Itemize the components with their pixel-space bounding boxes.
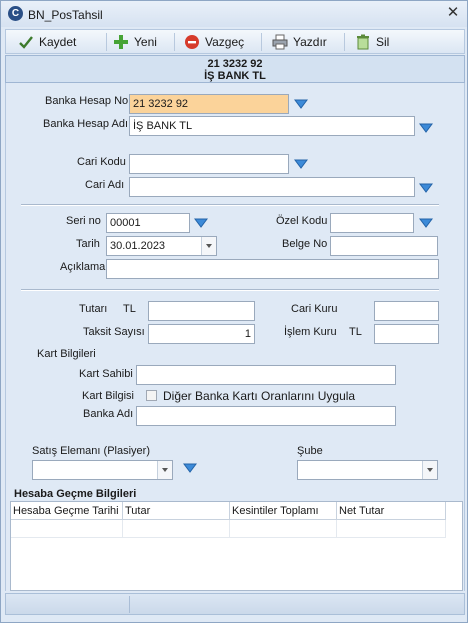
cancel-circle-icon (185, 35, 199, 49)
table-cell[interactable] (11, 520, 123, 538)
cari-rate-label: Cari Kuru (291, 303, 338, 315)
section-divider (21, 289, 439, 291)
serial-no-label: Seri no (66, 215, 101, 227)
trash-icon (357, 34, 369, 50)
cari-code-field[interactable] (129, 154, 289, 174)
card-info-label: Kart Bilgisi (82, 390, 134, 402)
delete-button-label: Sil (376, 35, 390, 49)
date-picker-button[interactable] (201, 237, 216, 255)
form-area: Banka Hesap No 21 3232 92 Banka Hesap Ad… (5, 83, 465, 591)
title-bar: C BN_PosTahsil ✕ (1, 1, 467, 27)
transfer-info-grid[interactable]: Hesaba Geçme Tarihi Tutar Kesintiler Top… (10, 501, 463, 591)
salesperson-select[interactable] (32, 460, 173, 480)
bank-name-field[interactable] (136, 406, 396, 426)
grid-title: Hesaba Geçme Bilgileri (14, 488, 137, 500)
grid-header: Hesaba Geçme Tarihi Tutar Kesintiler Top… (11, 502, 446, 520)
bank-account-no-label: Banka Hesap No (45, 95, 129, 107)
table-cell[interactable] (123, 520, 230, 538)
bank-account-name-label: Banka Hesap Adı (43, 118, 129, 130)
branch-label: Şube (297, 445, 323, 457)
toolbar-divider (174, 33, 175, 51)
bank-account-name-field[interactable]: İŞ BANK TL (129, 116, 415, 136)
grid-column-header[interactable]: Kesintiler Toplamı (230, 502, 337, 520)
salesperson-lookup-icon[interactable] (183, 463, 197, 473)
card-holder-field[interactable] (136, 365, 396, 385)
card-info-header: Kart Bilgileri (37, 348, 96, 360)
special-code-field[interactable] (330, 213, 414, 233)
toolbar-divider (106, 33, 107, 51)
toolbar-divider (344, 33, 345, 51)
new-button-label: Yeni (134, 35, 157, 49)
section-divider (21, 204, 439, 206)
card-holder-label: Kart Sahibi (79, 368, 133, 380)
status-bar-divider (129, 596, 130, 613)
table-cell[interactable] (230, 520, 337, 538)
cari-code-label: Cari Kodu (77, 156, 126, 168)
account-header-name: İŞ BANK TL (204, 70, 266, 82)
bank-account-no-dropdown-icon[interactable] (294, 99, 308, 109)
installment-field[interactable]: 1 (148, 324, 255, 344)
transaction-rate-field[interactable] (374, 324, 439, 344)
date-label: Tarih (76, 238, 100, 250)
status-bar (5, 593, 465, 615)
serial-no-field[interactable]: 00001 (106, 213, 190, 233)
print-button[interactable]: Yazdır (272, 32, 327, 52)
cari-name-dropdown-icon[interactable] (419, 183, 433, 193)
save-button-label: Kaydet (39, 35, 77, 49)
cancel-button-label: Vazgeç (205, 35, 245, 49)
bank-name-label: Banka Adı (83, 408, 134, 420)
checkmark-icon (19, 36, 33, 49)
new-button[interactable]: Yeni (113, 32, 157, 52)
account-header: 21 3232 92 İŞ BANK TL (5, 55, 465, 83)
table-row[interactable] (11, 520, 446, 538)
bank-account-no-field[interactable]: 21 3232 92 (129, 94, 289, 114)
save-button[interactable]: Kaydet (18, 32, 76, 52)
description-field[interactable] (106, 259, 439, 279)
serial-no-dropdown-icon[interactable] (194, 218, 208, 228)
document-no-field[interactable] (330, 236, 438, 256)
cari-rate-field[interactable] (374, 301, 439, 321)
print-button-label: Yazdır (293, 35, 327, 49)
delete-button[interactable]: Sil (355, 32, 389, 52)
transaction-rate-currency: TL (349, 326, 362, 338)
account-header-number: 21 3232 92 (207, 58, 263, 70)
description-label: Açıklama (60, 261, 106, 273)
grid-column-header[interactable]: Net Tutar (337, 502, 446, 520)
branch-select[interactable] (297, 460, 438, 480)
printer-icon (272, 34, 288, 50)
cari-name-label: Cari Adı (85, 179, 125, 191)
branch-dropdown-button[interactable] (422, 461, 437, 479)
date-field[interactable]: 30.01.2023 (106, 236, 217, 256)
cari-name-field[interactable] (129, 177, 415, 197)
salesperson-dropdown-button[interactable] (157, 461, 172, 479)
toolbar-divider (261, 33, 262, 51)
bank-account-name-dropdown-icon[interactable] (419, 123, 433, 133)
document-no-label: Belge No (282, 238, 328, 250)
special-code-label: Özel Kodu (276, 215, 328, 227)
table-cell[interactable] (337, 520, 446, 538)
amount-label: Tutarı (79, 303, 108, 315)
installment-label: Taksit Sayısı (83, 326, 145, 338)
close-window-button[interactable]: ✕ (445, 5, 461, 21)
transaction-rate-label: İşlem Kuru (284, 326, 337, 338)
cari-code-dropdown-icon[interactable] (294, 159, 308, 169)
grid-column-header[interactable]: Tutar (123, 502, 230, 520)
other-bank-rates-label[interactable]: Diğer Banka Kartı Oranlarını Uygula (163, 389, 355, 403)
window-title: BN_PosTahsil (28, 8, 103, 22)
other-bank-rates-checkbox[interactable] (146, 390, 157, 401)
pos-collection-window: C BN_PosTahsil ✕ Kaydet Yeni Vazgeç Yazd… (0, 0, 468, 623)
salesperson-label: Satış Elemanı (Plasiyer) (32, 445, 150, 457)
plus-icon (114, 35, 128, 49)
date-value: 30.01.2023 (110, 240, 166, 252)
cancel-button[interactable]: Vazgeç (184, 32, 244, 52)
app-logo-icon: C (8, 6, 23, 21)
amount-currency: TL (123, 303, 136, 315)
grid-column-header[interactable]: Hesaba Geçme Tarihi (11, 502, 123, 520)
amount-field[interactable] (148, 301, 255, 321)
toolbar: Kaydet Yeni Vazgeç Yazdır Sil (5, 29, 465, 54)
special-code-dropdown-icon[interactable] (419, 218, 433, 228)
